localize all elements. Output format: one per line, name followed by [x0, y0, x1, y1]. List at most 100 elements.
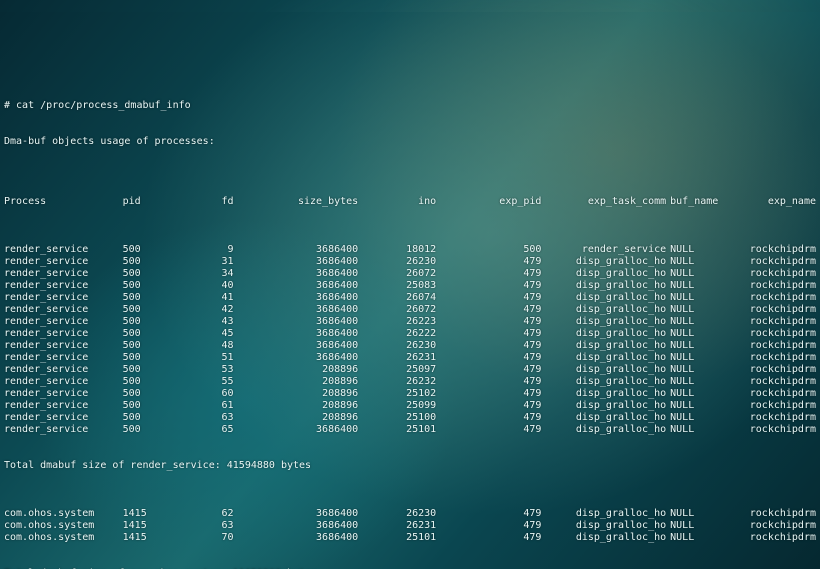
cell-process: com.ohos.system: [4, 532, 123, 544]
cell-exptask: disp_gralloc_ho: [549, 268, 670, 280]
cell-bufname: NULL: [670, 292, 728, 304]
cell-size: 208896: [242, 400, 367, 412]
cell-size: 3686400: [242, 244, 367, 256]
cell-expname: rockchipdrm: [728, 532, 816, 544]
cell-exptask: disp_gralloc_ho: [549, 280, 670, 292]
cell-pid: 500: [123, 424, 177, 436]
cell-process: render_service: [4, 412, 123, 424]
cell-process: render_service: [4, 340, 123, 352]
table-row: render_service50051368640026231479disp_g…: [4, 352, 816, 364]
cell-fd: 34: [177, 268, 241, 280]
table-row: render_service50041368640026074479disp_g…: [4, 292, 816, 304]
cell-exppid: 479: [444, 364, 549, 376]
cell-pid: 500: [123, 400, 177, 412]
cell-size: 3686400: [242, 520, 367, 532]
cell-size: 3686400: [242, 256, 367, 268]
cell-process: render_service: [4, 280, 123, 292]
cell-pid: 500: [123, 412, 177, 424]
cell-process: render_service: [4, 256, 123, 268]
cell-fd: 70: [177, 532, 241, 544]
cell-exptask: disp_gralloc_ho: [549, 352, 670, 364]
cell-pid: 1415: [123, 520, 177, 532]
col-size: size_bytes: [242, 196, 367, 208]
cell-fd: 61: [177, 400, 241, 412]
cell-size: 3686400: [242, 352, 367, 364]
cell-fd: 31: [177, 256, 241, 268]
cell-size: 3686400: [242, 328, 367, 340]
cell-process: render_service: [4, 388, 123, 400]
cell-bufname: NULL: [670, 364, 728, 376]
cell-ino: 26231: [366, 520, 444, 532]
cell-exppid: 479: [444, 388, 549, 400]
cell-ino: 25100: [366, 412, 444, 424]
cell-exptask: disp_gralloc_ho: [549, 256, 670, 268]
cell-expname: rockchipdrm: [728, 424, 816, 436]
cell-exptask: disp_gralloc_ho: [549, 424, 670, 436]
cell-expname: rockchipdrm: [728, 292, 816, 304]
cell-ino: 25101: [366, 532, 444, 544]
cell-bufname: NULL: [670, 400, 728, 412]
cell-pid: 1415: [123, 532, 177, 544]
cell-expname: rockchipdrm: [728, 304, 816, 316]
cell-ino: 26072: [366, 304, 444, 316]
cell-expname: rockchipdrm: [728, 520, 816, 532]
cell-fd: 40: [177, 280, 241, 292]
col-ino: ino: [366, 196, 444, 208]
cell-bufname: NULL: [670, 508, 728, 520]
cell-process: com.ohos.system: [4, 520, 123, 532]
cell-size: 3686400: [242, 316, 367, 328]
cell-ino: 26230: [366, 256, 444, 268]
cell-bufname: NULL: [670, 352, 728, 364]
cell-process: render_service: [4, 292, 123, 304]
cell-bufname: NULL: [670, 388, 728, 400]
cell-fd: 43: [177, 316, 241, 328]
cell-expname: rockchipdrm: [728, 268, 816, 280]
cell-bufname: NULL: [670, 520, 728, 532]
table-row: render_service50040368640025083479disp_g…: [4, 280, 816, 292]
cell-size: 3686400: [242, 268, 367, 280]
cell-exppid: 479: [444, 532, 549, 544]
cell-fd: 45: [177, 328, 241, 340]
cell-process: render_service: [4, 316, 123, 328]
cell-expname: rockchipdrm: [728, 376, 816, 388]
cell-process: render_service: [4, 352, 123, 364]
cell-bufname: NULL: [670, 532, 728, 544]
cell-exppid: 479: [444, 316, 549, 328]
table-row: render_service5009368640018012500render_…: [4, 244, 816, 256]
cell-ino: 26230: [366, 508, 444, 520]
cell-fd: 65: [177, 424, 241, 436]
cell-exptask: disp_gralloc_ho: [549, 340, 670, 352]
table-row: render_service50034368640026072479disp_g…: [4, 268, 816, 280]
cell-size: 3686400: [242, 424, 367, 436]
cell-exppid: 479: [444, 304, 549, 316]
cell-exppid: 479: [444, 508, 549, 520]
cell-fd: 41: [177, 292, 241, 304]
cell-expname: rockchipdrm: [728, 244, 816, 256]
cell-exppid: 479: [444, 412, 549, 424]
cell-exptask: disp_gralloc_ho: [549, 388, 670, 400]
cell-bufname: NULL: [670, 376, 728, 388]
command-line: # cat /proc/process_dmabuf_info: [4, 100, 816, 112]
cell-pid: 500: [123, 388, 177, 400]
cell-exppid: 479: [444, 400, 549, 412]
cell-pid: 500: [123, 304, 177, 316]
cell-process: render_service: [4, 364, 123, 376]
cell-bufname: NULL: [670, 244, 728, 256]
col-exptask: exp_task_comm: [549, 196, 670, 208]
table-row: render_service5005320889625097479disp_gr…: [4, 364, 816, 376]
cell-size: 208896: [242, 388, 367, 400]
cell-exptask: disp_gralloc_ho: [549, 400, 670, 412]
cell-pid: 500: [123, 352, 177, 364]
cell-fd: 53: [177, 364, 241, 376]
table-row: render_service50045368640026222479disp_g…: [4, 328, 816, 340]
cell-fd: 51: [177, 352, 241, 364]
cell-process: render_service: [4, 424, 123, 436]
cell-exppid: 479: [444, 280, 549, 292]
cell-bufname: NULL: [670, 316, 728, 328]
table-row: com.ohos.system141570368640025101479disp…: [4, 532, 816, 544]
table-header: Process pid fd size_bytes ino exp_pid ex…: [4, 196, 816, 208]
table-row: render_service5006020889625102479disp_gr…: [4, 388, 816, 400]
cell-exptask: disp_gralloc_ho: [549, 304, 670, 316]
cell-ino: 25083: [366, 280, 444, 292]
cell-exptask: disp_gralloc_ho: [549, 520, 670, 532]
